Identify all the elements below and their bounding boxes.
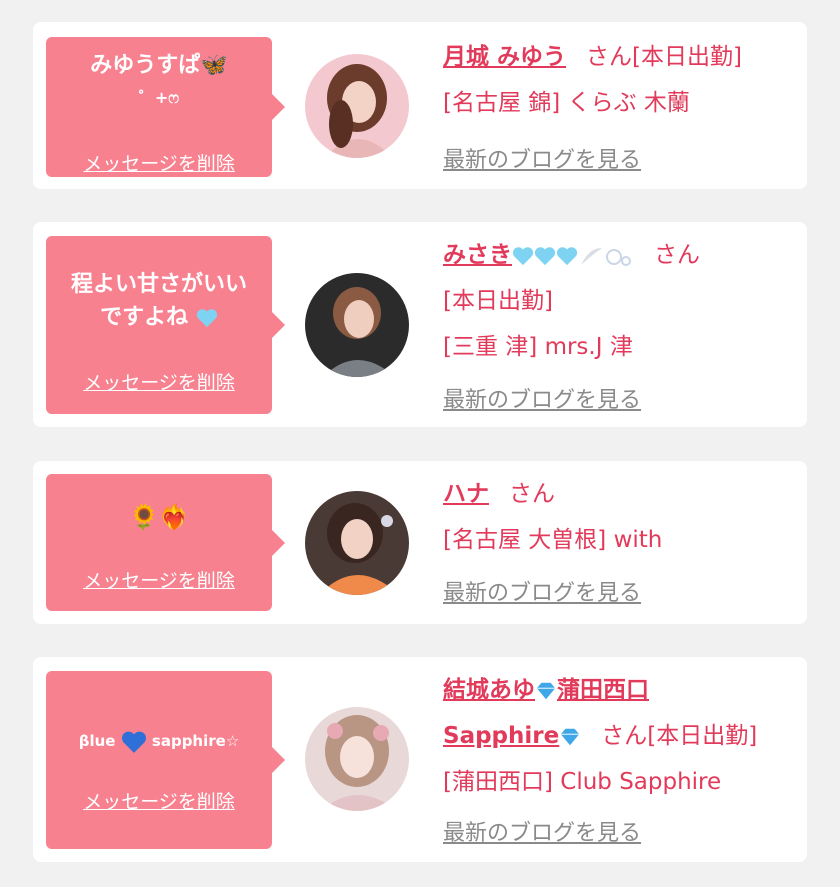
cast-name-link[interactable]: 結城あゆ 蒲田西口	[443, 677, 649, 703]
blue-heart-icon	[196, 309, 217, 328]
status-badge: [本日出勤]	[647, 723, 758, 749]
cast-info: 結城あゆ 蒲田西口 Sapphire さん[本日出勤] [蒲田西口] Club Sa…	[443, 667, 799, 805]
message-card: 🌻❤️‍🔥 メッセージを削除 ハナ さん [名古屋 大曽根] with 最新のブロ…	[33, 461, 807, 624]
cast-info: 月城 みゆう さん[本日出勤] [名古屋 錦] くらぶ 木蘭	[443, 34, 799, 126]
honorific: さん	[601, 723, 648, 749]
cast-name-link-line2[interactable]: Sapphire	[443, 723, 581, 749]
cast-name-link[interactable]: みさき	[443, 242, 634, 268]
honorific: さん	[654, 242, 700, 268]
blue-heart-icon	[512, 246, 534, 265]
delete-message-link[interactable]: メッセージを削除	[46, 566, 272, 593]
message-text-line2: ゜+ෆ	[138, 88, 180, 107]
delete-message-link[interactable]: メッセージを削除	[46, 787, 272, 814]
message-bubble: 🌻❤️‍🔥 メッセージを削除	[46, 474, 285, 611]
avatar[interactable]	[305, 491, 409, 595]
wing-icon	[581, 247, 602, 265]
cast-name-link[interactable]: ハナ	[443, 481, 489, 507]
status-badge: [本日出勤]	[443, 288, 553, 314]
avatar[interactable]	[305, 54, 409, 158]
blue-heart-icon	[534, 246, 556, 265]
gem-icon	[536, 682, 556, 699]
message-bubble: みゆうすぱ🦋 ゜+ෆ メッセージを削除	[46, 37, 285, 177]
avatar[interactable]	[305, 707, 409, 811]
message-text: 🌻❤️‍🔥	[129, 503, 189, 531]
shop-label: [名古屋 錦] くらぶ 木蘭	[443, 90, 690, 116]
latest-blog-link[interactable]: 最新のブログを見る	[443, 815, 641, 847]
latest-blog-link[interactable]: 最新のブログを見る	[443, 575, 641, 607]
delete-message-link[interactable]: メッセージを削除	[46, 149, 272, 176]
message-bubble: 程よい甘さがいい ですよね メッセージを削除	[46, 236, 285, 414]
avatar[interactable]	[305, 273, 409, 377]
bubbles-icon	[606, 248, 631, 266]
message-card: βlue sapphire☆ メッセージを削除 結城あゆ 蒲田西口 Sapphir…	[33, 657, 807, 862]
latest-blog-link[interactable]: 最新のブログを見る	[443, 142, 641, 174]
message-text: みゆうすぱ🦋	[90, 53, 228, 78]
shop-label: [名古屋 大曽根] with	[443, 527, 663, 553]
shop-label: [蒲田西口] Club Sapphire	[443, 769, 722, 795]
honorific: さん	[509, 481, 555, 507]
cast-info: みさき さん [本日出勤] [三重 津] mrs.J 津	[443, 232, 799, 370]
message-text: βlue sapphire☆	[46, 725, 272, 758]
blue-heart-icon	[121, 731, 146, 753]
delete-message-link[interactable]: メッセージを削除	[46, 368, 272, 395]
cast-name-link[interactable]: 月城 みゆう	[443, 44, 566, 70]
blue-heart-icon	[556, 246, 578, 265]
gem-icon	[561, 728, 580, 745]
status-badge: [本日出勤]	[632, 44, 742, 70]
message-text: 程よい甘さがいい	[70, 272, 247, 297]
cast-info: ハナ さん [名古屋 大曽根] with	[443, 471, 799, 563]
honorific: さん	[586, 44, 633, 70]
message-card: 程よい甘さがいい ですよね メッセージを削除 みさき さん [本日出勤] [三重 …	[33, 222, 807, 427]
shop-label: [三重 津] mrs.J 津	[443, 334, 633, 360]
latest-blog-link[interactable]: 最新のブログを見る	[443, 382, 641, 414]
message-text-line2: ですよね	[46, 301, 272, 334]
message-card: みゆうすぱ🦋 ゜+ෆ メッセージを削除 月城 みゆう さん[本日出勤] [名古屋 …	[33, 22, 807, 189]
message-bubble: βlue sapphire☆ メッセージを削除	[46, 671, 285, 849]
